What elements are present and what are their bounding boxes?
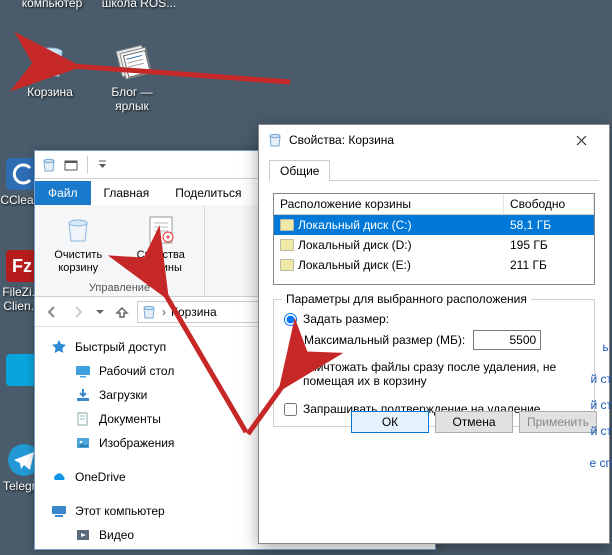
documents-icon (75, 411, 91, 427)
desktop-icon (75, 363, 91, 379)
cell-free: 195 ГБ (504, 237, 594, 253)
pc-icon (51, 503, 67, 519)
nav-recent[interactable] (93, 301, 107, 323)
radio-delete-immediately[interactable]: Уничтожать файлы сразу после удаления, н… (284, 360, 584, 388)
document-stack-icon (111, 40, 153, 82)
desktop-icon-recycle[interactable]: Корзина (14, 40, 86, 99)
btn-label: Очистить корзину (54, 249, 102, 274)
svg-text:Fz: Fz (12, 256, 32, 276)
ribbon-group-manage: Очистить корзину Свойства корзины Управл… (35, 205, 205, 296)
btn-recycle-properties[interactable]: Свойства корзины (124, 209, 199, 275)
tree-label: Видео (99, 528, 134, 542)
bg-link-fragment: ь: (602, 334, 612, 360)
cell-name: Локальный диск (C:) (298, 218, 412, 232)
radio-input[interactable] (284, 313, 297, 326)
qat-button[interactable] (61, 155, 81, 175)
drive-icon (280, 239, 294, 251)
col-free[interactable]: Свободно (504, 194, 594, 214)
recycle-bin-icon (29, 40, 71, 82)
ok-button[interactable]: ОК (351, 411, 429, 433)
cell-name: Локальный диск (E:) (298, 258, 411, 272)
drive-icon (280, 259, 294, 271)
recycle-properties-dialog: Свойства: Корзина Общие Расположение кор… (258, 124, 610, 544)
videos-icon (75, 527, 91, 543)
tab-file[interactable]: Файл (35, 181, 91, 205)
close-icon (576, 135, 587, 146)
apply-button[interactable]: Применить (519, 411, 597, 433)
settings-group: Параметры для выбранного расположения За… (273, 299, 595, 427)
drive-icon (280, 219, 294, 231)
btn-empty-recycle[interactable]: Очистить корзину (41, 209, 116, 275)
tree-label: Рабочий стол (99, 364, 174, 378)
tree-label: Быстрый доступ (75, 340, 166, 354)
ribbon-group-label: Управление (35, 282, 204, 294)
breadcrumb-text: Корзина (171, 305, 217, 319)
chevron-right-icon: › (162, 305, 166, 319)
recycle-small-icon (267, 132, 283, 148)
recycle-small-icon (141, 304, 157, 320)
separator (87, 156, 88, 174)
radio-label: Задать размер: (303, 312, 389, 326)
empty-recycle-icon (61, 213, 95, 247)
desktop-icon-label: компьютер (14, 0, 90, 10)
tab-share[interactable]: Поделиться (162, 181, 254, 205)
pictures-icon (75, 435, 91, 451)
dialog-titlebar: Свойства: Корзина (259, 125, 609, 155)
desktop-icon-label: Корзина (14, 85, 86, 99)
nav-forward[interactable] (67, 301, 89, 323)
radio-custom-size[interactable]: Задать размер: (284, 312, 584, 326)
nav-back[interactable] (41, 301, 63, 323)
table-row[interactable]: Локальный диск (D:) 195 ГБ (274, 235, 594, 255)
tree-label: Этот компьютер (75, 504, 165, 518)
btn-label: Свойства корзины (137, 249, 185, 274)
table-row[interactable]: Локальный диск (E:) 211 ГБ (274, 255, 594, 275)
radio-label: Уничтожать файлы сразу после удаления, н… (303, 360, 563, 388)
radio-input[interactable] (284, 361, 297, 374)
cancel-button[interactable]: Отмена (435, 411, 513, 433)
recycle-small-icon (39, 155, 59, 175)
star-icon (51, 339, 67, 355)
dialog-title: Свойства: Корзина (289, 133, 394, 147)
table-header: Расположение корзины Свободно (274, 194, 594, 215)
max-size-label: Максимальный размер (МБ): (304, 333, 465, 347)
bg-link-fragment: й ст (590, 366, 612, 392)
cell-free: 58,1 ГБ (504, 217, 594, 233)
close-button[interactable] (561, 126, 601, 154)
download-icon (75, 387, 91, 403)
desktop-icon-computer[interactable]: компьютер (14, 0, 90, 10)
properties-icon (144, 213, 178, 247)
desktop-icon-blog[interactable]: Блог — ярлык (96, 40, 168, 113)
dialog-buttons: ОК Отмена Применить (351, 411, 597, 433)
onedrive-icon (51, 469, 67, 485)
bg-link-fragment: й ст (590, 392, 612, 418)
group-legend: Параметры для выбранного расположения (282, 292, 531, 306)
bg-link-fragment: й ст (590, 418, 612, 444)
tab-general[interactable]: Общие (269, 160, 330, 181)
desktop-icon-school[interactable]: школа ROS... (96, 0, 182, 10)
tree-label: Изображения (99, 436, 174, 450)
qat-dropdown[interactable] (92, 155, 112, 175)
cell-name: Локальный диск (D:) (298, 238, 412, 252)
table-row[interactable]: Локальный диск (C:) 58,1 ГБ (274, 215, 594, 235)
desktop-icon-label: школа ROS... (96, 0, 182, 10)
dialog-tabs: Общие (269, 159, 599, 181)
max-size-input[interactable] (473, 330, 541, 350)
checkbox-input[interactable] (284, 403, 297, 416)
cell-free: 211 ГБ (504, 257, 594, 273)
tree-label: OneDrive (75, 470, 126, 484)
nav-up[interactable] (111, 301, 133, 323)
dialog-body: Общие Расположение корзины Свободно Лока… (259, 155, 609, 443)
tree-label: Загрузки (99, 388, 147, 402)
locations-table: Расположение корзины Свободно Локальный … (273, 193, 595, 285)
col-location[interactable]: Расположение корзины (274, 194, 504, 214)
tree-label: Документы (99, 412, 161, 426)
bg-link-fragment: е сп (589, 450, 612, 476)
desktop-icon-label: Блог — ярлык (96, 85, 168, 113)
max-size-row: Максимальный размер (МБ): (304, 330, 584, 350)
tab-home[interactable]: Главная (91, 181, 163, 205)
